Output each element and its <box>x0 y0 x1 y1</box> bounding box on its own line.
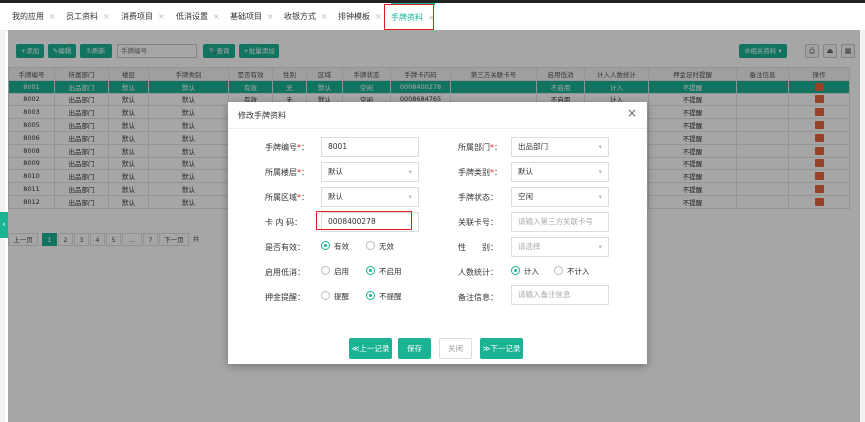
count-label: 人数统计： <box>458 268 498 277</box>
radio-checked-icon <box>321 241 330 250</box>
area-select[interactable]: 默认 ▾ <box>321 187 419 207</box>
tab-close-icon[interactable]: × <box>267 12 274 21</box>
next-record-button[interactable]: ≫下一记录 <box>480 338 523 359</box>
tab-payment[interactable]: 收银方式 × <box>284 3 328 30</box>
tab-schedule-template[interactable]: 排钟模板 × <box>338 3 382 30</box>
tab-label: 收银方式 <box>284 12 316 21</box>
floor-select[interactable]: 默认 ▾ <box>321 162 419 182</box>
radio-unchecked-icon <box>321 266 330 275</box>
chevron-down-icon: ▾ <box>598 168 602 176</box>
radio-unchecked-icon <box>554 266 563 275</box>
tab-highlight-box <box>384 4 434 30</box>
tab-base-items[interactable]: 基础项目 × <box>230 3 274 30</box>
tab-close-icon[interactable]: × <box>321 12 328 21</box>
tab-consume-items[interactable]: 消费项目 × <box>121 3 165 30</box>
prev-record-button[interactable]: ≪上一记录 <box>349 338 392 359</box>
close-button[interactable]: 关闭 <box>439 338 472 359</box>
type-select[interactable]: 默认 ▾ <box>511 162 609 182</box>
gender-placeholder: 请选择 <box>518 242 541 251</box>
dept-value: 出品部门 <box>518 142 548 151</box>
type-value: 默认 <box>518 167 533 176</box>
min-spend-label: 启用低消： <box>265 268 305 277</box>
inner-code-label: 卡 内 码： <box>265 218 303 227</box>
count-radio-in[interactable]: 计入 <box>511 266 539 278</box>
tab-min-spend[interactable]: 低消设置 × <box>176 3 220 30</box>
floor-value: 默认 <box>328 167 343 176</box>
radio-unchecked-icon <box>366 241 375 250</box>
collapse-sidebar-handle[interactable]: ‹ <box>0 212 8 238</box>
radio-checked-icon <box>366 291 375 300</box>
tab-label: 消费项目 <box>121 12 153 21</box>
tab-my-apps[interactable]: 我的应用 × <box>12 3 56 30</box>
tab-label: 我的应用 <box>12 12 44 21</box>
deposit-radio-noremind[interactable]: 不提醒 <box>366 291 402 303</box>
tab-label: 排钟模板 <box>338 12 370 21</box>
min-spend-radio-off[interactable]: 不启用 <box>366 266 402 278</box>
chevron-down-icon: ▾ <box>408 193 412 201</box>
radio-checked-icon <box>511 266 520 275</box>
type-label: 手牌类别*： <box>458 168 502 177</box>
inner-code-highlight-box <box>316 211 412 230</box>
chevron-down-icon: ▾ <box>598 193 602 201</box>
close-icon[interactable]: × <box>627 106 637 120</box>
gender-select[interactable]: 请选择 ▾ <box>511 237 609 257</box>
chevron-down-icon: ▾ <box>598 143 602 151</box>
floor-label: 所属楼层*： <box>265 168 309 177</box>
status-select[interactable]: 空闲 ▾ <box>511 187 609 207</box>
dialog-header: 修改手牌资料 × <box>228 102 647 129</box>
right-scroll-strip <box>860 30 865 422</box>
dept-select[interactable]: 出品部门 ▾ <box>511 137 609 157</box>
tab-staff[interactable]: 员工资料 × <box>66 3 110 30</box>
area-value: 默认 <box>328 192 343 201</box>
tab-close-icon[interactable]: × <box>213 12 220 21</box>
valid-radio-no[interactable]: 无效 <box>366 241 394 253</box>
tab-close-icon[interactable]: × <box>103 12 110 21</box>
dialog-title: 修改手牌资料 <box>238 111 286 120</box>
save-button[interactable]: 保存 <box>398 338 431 359</box>
status-label: 手牌状态： <box>458 193 498 202</box>
area-label: 所属区域*： <box>265 193 309 202</box>
deposit-radio-remind[interactable]: 提醒 <box>321 291 349 303</box>
rel-card-field[interactable]: 请输入第三方关联卡号 <box>511 212 609 232</box>
remark-label: 备注信息： <box>458 293 498 302</box>
tab-label: 基础项目 <box>230 12 262 21</box>
chevron-down-icon: ▾ <box>408 168 412 176</box>
edit-card-dialog: 修改手牌资料 × 手牌编号*： 8001 所属部门*： 出品部门 ▾ 所属楼层*：… <box>228 102 647 364</box>
tab-close-icon[interactable]: × <box>49 12 56 21</box>
rel-card-label: 关联卡号： <box>458 218 498 227</box>
valid-radio-yes[interactable]: 有效 <box>321 241 349 253</box>
radio-unchecked-icon <box>321 291 330 300</box>
tab-close-icon[interactable]: × <box>375 12 382 21</box>
tab-close-icon[interactable]: × <box>158 12 165 21</box>
status-value: 空闲 <box>518 192 533 201</box>
min-spend-radio-on[interactable]: 启用 <box>321 266 349 278</box>
tab-label: 低消设置 <box>176 12 208 21</box>
remark-field[interactable]: 请输入备注信息 <box>511 285 609 305</box>
gender-label: 性 别： <box>458 243 498 252</box>
radio-checked-icon <box>366 266 375 275</box>
dept-label: 所属部门*： <box>458 143 502 152</box>
valid-label: 是否有效： <box>265 243 305 252</box>
card-no-label: 手牌编号*： <box>265 143 309 152</box>
chevron-down-icon: ▾ <box>598 243 602 251</box>
count-radio-out[interactable]: 不计入 <box>554 266 590 278</box>
deposit-label: 押金提醒： <box>265 293 305 302</box>
card-no-field[interactable]: 8001 <box>321 137 419 157</box>
tab-label: 员工资料 <box>66 12 98 21</box>
